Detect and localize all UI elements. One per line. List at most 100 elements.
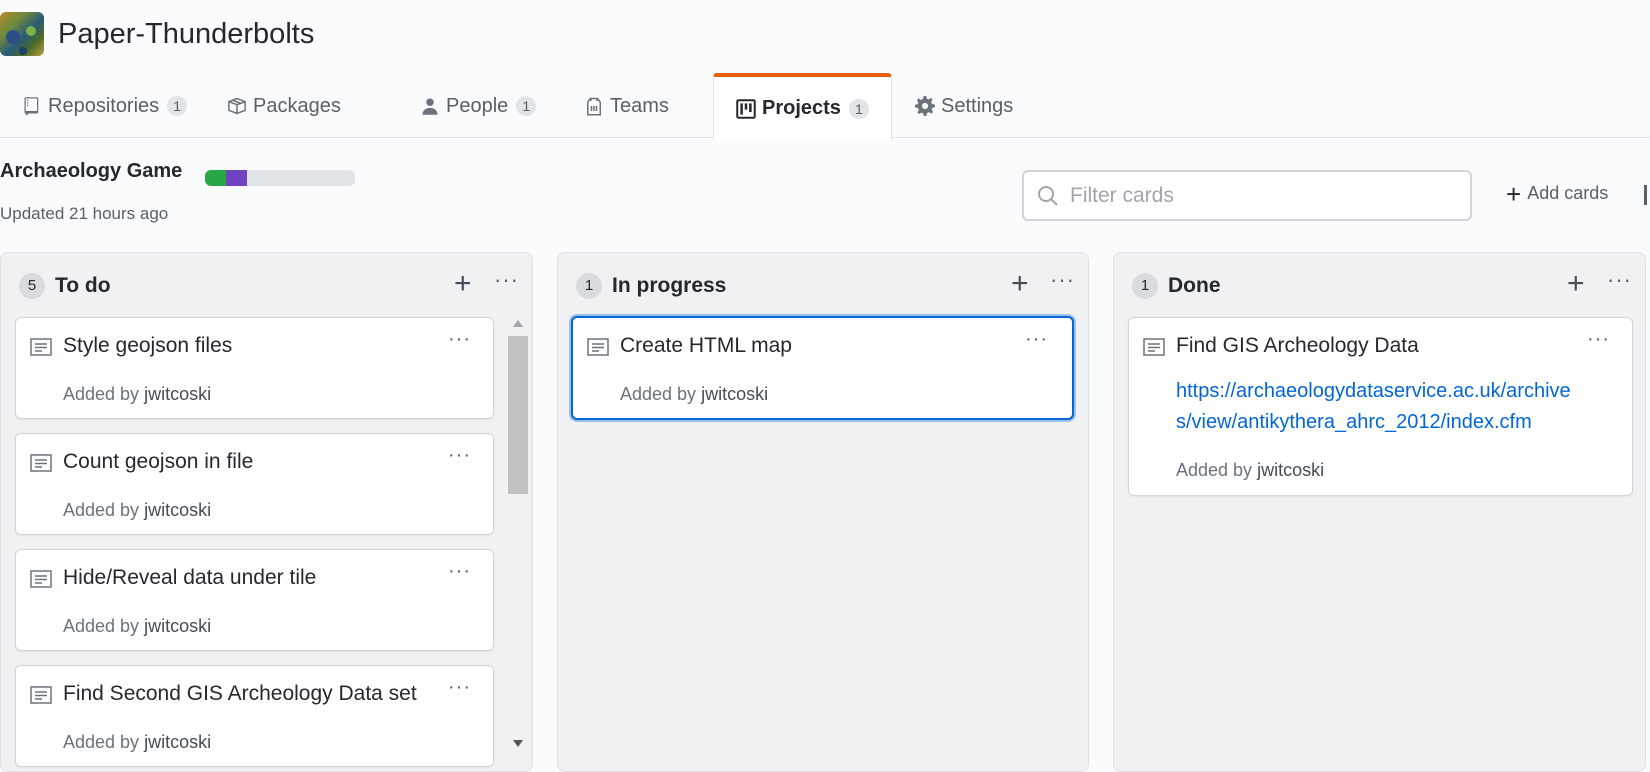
scrollbar-thumb[interactable] bbox=[508, 336, 528, 494]
org-avatar[interactable] bbox=[0, 12, 44, 56]
tab-projects[interactable]: Projects 1 bbox=[713, 73, 892, 140]
card-link[interactable]: https://archaeologydataservice.ac.uk/arc… bbox=[1176, 376, 1586, 438]
card-meta: Added by jwitcoski bbox=[63, 384, 211, 405]
org-name[interactable]: Paper-Thunderbolts bbox=[58, 18, 314, 51]
card-menu-icon[interactable]: ··· bbox=[1587, 328, 1610, 351]
project-icon bbox=[736, 98, 756, 119]
note-icon bbox=[587, 338, 609, 356]
note-card[interactable]: Hide/Reveal data under tile ··· Added by… bbox=[15, 549, 494, 651]
card-author-link[interactable]: jwitcoski bbox=[144, 384, 211, 404]
filter-cards-field[interactable] bbox=[1022, 170, 1472, 221]
tab-counter: 1 bbox=[167, 96, 188, 116]
tab-counter: 1 bbox=[848, 98, 869, 119]
package-icon bbox=[227, 96, 247, 116]
card-title: Find GIS Archeology Data bbox=[1176, 334, 1419, 357]
column-card-count: 5 bbox=[19, 273, 45, 299]
note-icon bbox=[30, 338, 52, 356]
column-done: 1 Done + ··· Find GIS Archeology Data ··… bbox=[1113, 252, 1646, 772]
project-progress-bar bbox=[205, 170, 355, 186]
plus-icon: + bbox=[1506, 178, 1522, 209]
scroll-down-arrow[interactable] bbox=[513, 740, 523, 747]
card-author-link[interactable]: jwitcoski bbox=[701, 384, 768, 404]
tab-label: People bbox=[446, 94, 509, 117]
tab-teams[interactable]: Teams bbox=[562, 73, 691, 139]
add-card-icon[interactable]: + bbox=[1567, 267, 1585, 301]
column-header: 1 In progress bbox=[576, 273, 726, 299]
progress-done-segment bbox=[205, 170, 226, 186]
progress-in-progress-segment bbox=[226, 170, 247, 186]
tab-label: Packages bbox=[253, 94, 341, 117]
repo-icon bbox=[22, 96, 42, 116]
note-card[interactable]: Create HTML map ··· Added by jwitcoski bbox=[571, 316, 1074, 420]
column-name: Done bbox=[1168, 274, 1221, 297]
card-meta: Added by jwitcoski bbox=[63, 616, 211, 637]
note-icon bbox=[30, 570, 52, 588]
added-by-label: Added by bbox=[620, 384, 697, 404]
card-title: Style geojson files bbox=[63, 334, 233, 357]
added-by-label: Added by bbox=[63, 500, 140, 520]
column-card-count: 1 bbox=[576, 273, 602, 299]
add-card-icon[interactable]: + bbox=[1011, 267, 1029, 301]
card-meta: Added by jwitcoski bbox=[1176, 460, 1324, 481]
card-title: Create HTML map bbox=[620, 334, 792, 357]
gear-icon bbox=[915, 96, 935, 116]
column-in-progress: 1 In progress + ··· Create HTML map ··· … bbox=[557, 252, 1089, 772]
person-icon bbox=[420, 96, 440, 116]
note-icon bbox=[30, 454, 52, 472]
card-menu-icon[interactable]: ··· bbox=[1025, 328, 1048, 351]
card-meta: Added by jwitcoski bbox=[63, 732, 211, 753]
note-card[interactable]: Find GIS Archeology Data ··· https://arc… bbox=[1128, 317, 1633, 496]
column-card-count: 1 bbox=[1132, 273, 1158, 299]
tab-counter: 1 bbox=[516, 96, 537, 116]
tab-repositories[interactable]: Repositories 1 bbox=[0, 73, 209, 139]
add-card-icon[interactable]: + bbox=[454, 267, 472, 301]
card-author-link[interactable]: jwitcoski bbox=[144, 732, 211, 752]
scroll-up-arrow[interactable] bbox=[513, 320, 523, 327]
tab-label: Repositories bbox=[48, 94, 160, 117]
tab-settings[interactable]: Settings bbox=[893, 73, 1035, 139]
column-name: To do bbox=[55, 274, 111, 297]
column-menu-icon[interactable]: ··· bbox=[1050, 267, 1075, 293]
tab-label: Projects bbox=[762, 97, 841, 119]
column-name: In progress bbox=[612, 274, 727, 297]
tab-label: Teams bbox=[610, 94, 669, 117]
tab-people[interactable]: People 1 bbox=[398, 73, 558, 139]
added-by-label: Added by bbox=[63, 384, 140, 404]
added-by-label: Added by bbox=[63, 732, 140, 752]
note-icon bbox=[30, 686, 52, 704]
card-title: Find Second GIS Archeology Data set bbox=[63, 682, 417, 705]
tab-label: Settings bbox=[941, 94, 1014, 117]
org-header: Paper-Thunderbolts Repositories 1 Packag… bbox=[0, 0, 1650, 140]
column-menu-icon[interactable]: ··· bbox=[494, 267, 519, 293]
card-title: Count geojson in file bbox=[63, 450, 254, 473]
column-menu-icon[interactable]: ··· bbox=[1607, 267, 1632, 293]
org-tabs: Repositories 1 Packages People 1 Teams P… bbox=[0, 73, 1650, 140]
column-header: 5 To do bbox=[19, 273, 111, 299]
project-title: Archaeology Game bbox=[0, 160, 183, 182]
add-cards-button[interactable]: + Add cards bbox=[1506, 178, 1609, 209]
card-author-link[interactable]: jwitcoski bbox=[144, 500, 211, 520]
note-card[interactable]: Count geojson in file ··· Added by jwitc… bbox=[15, 433, 494, 535]
card-menu-icon[interactable]: ··· bbox=[448, 560, 471, 583]
card-menu-icon[interactable]: ··· bbox=[448, 444, 471, 467]
project-header: Archaeology Game Updated 21 hours ago bbox=[0, 160, 355, 223]
card-menu-icon[interactable]: ··· bbox=[448, 328, 471, 351]
filter-cards-input[interactable] bbox=[1070, 183, 1450, 208]
added-by-label: Added by bbox=[1176, 460, 1253, 480]
fullscreen-icon[interactable] bbox=[1644, 185, 1650, 205]
note-card[interactable]: Style geojson files ··· Added by jwitcos… bbox=[15, 317, 494, 419]
column-header: 1 Done bbox=[1132, 273, 1221, 299]
team-icon bbox=[584, 96, 604, 116]
added-by-label: Added by bbox=[63, 616, 140, 636]
card-author-link[interactable]: jwitcoski bbox=[144, 616, 211, 636]
column-to-do: 5 To do + ··· Style geojson files ··· Ad… bbox=[0, 252, 533, 772]
project-updated-time: Updated 21 hours ago bbox=[0, 204, 169, 223]
note-card[interactable]: Find Second GIS Archeology Data set ··· … bbox=[15, 665, 494, 767]
card-meta: Added by jwitcoski bbox=[63, 500, 211, 521]
tab-packages[interactable]: Packages bbox=[205, 73, 363, 139]
card-meta: Added by jwitcoski bbox=[620, 384, 768, 405]
column-scrollbar[interactable] bbox=[508, 316, 528, 751]
card-author-link[interactable]: jwitcoski bbox=[1257, 460, 1324, 480]
add-cards-label: Add cards bbox=[1527, 183, 1609, 203]
card-menu-icon[interactable]: ··· bbox=[448, 676, 471, 699]
